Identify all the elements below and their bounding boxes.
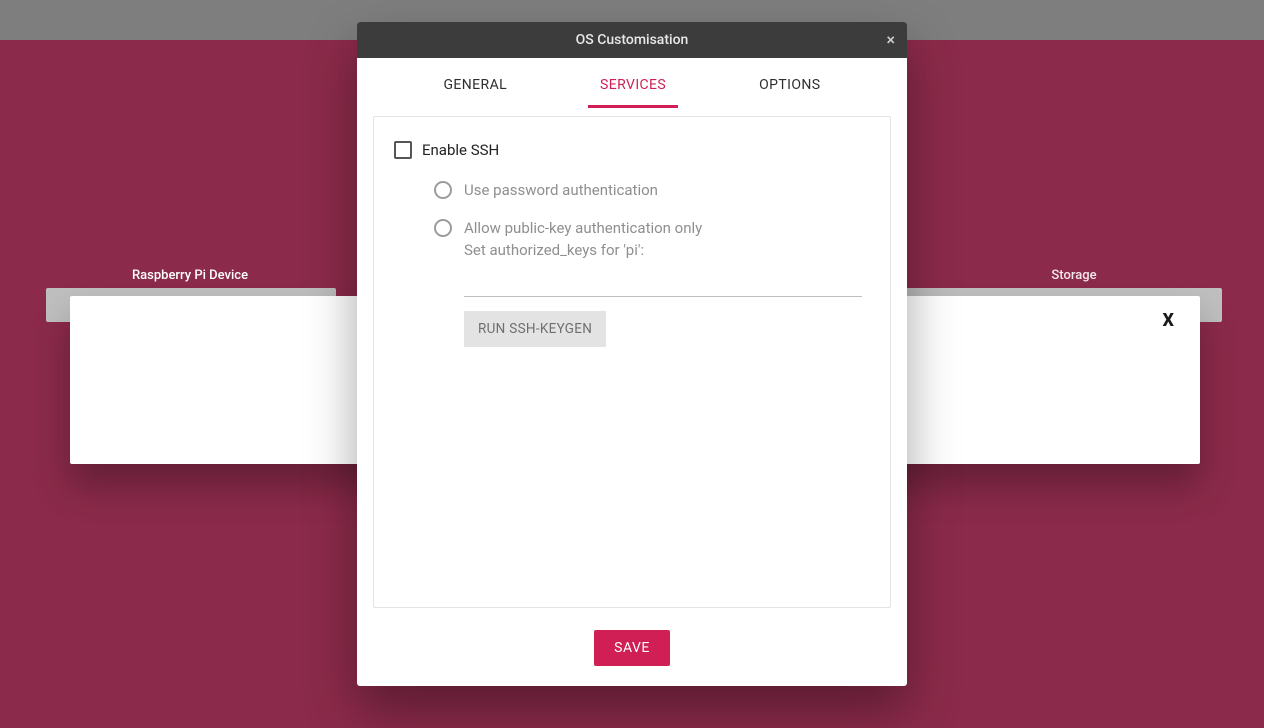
enable-ssh-row: Enable SSH	[394, 141, 870, 159]
tab-services[interactable]: SERVICES	[588, 63, 678, 108]
enable-ssh-label: Enable SSH	[422, 141, 499, 159]
ssh-auth-pubkey-label: Allow public-key authentication only	[464, 219, 702, 237]
ssh-auth-password-label: Use password authentication	[464, 181, 658, 199]
enable-ssh-checkbox[interactable]	[394, 141, 412, 159]
column-label-storage: Storage	[884, 268, 1264, 283]
run-ssh-keygen-button[interactable]: RUN SSH-KEYGEN	[464, 311, 606, 347]
dialog-title: OS Customisation	[576, 32, 689, 48]
dialog-titlebar: OS Customisation ×	[357, 22, 907, 58]
ssh-auth-password-row: Use password authentication	[434, 181, 870, 199]
clear-storage-button[interactable]: X	[1163, 310, 1174, 331]
ssh-options-group: Use password authentication Allow public…	[434, 181, 870, 347]
tab-options[interactable]: OPTIONS	[747, 63, 832, 108]
column-label-device: Raspberry Pi Device	[0, 268, 380, 283]
tab-content-wrap: Enable SSH Use password authentication A…	[357, 108, 907, 624]
ssh-auth-pubkey-row: Allow public-key authentication only	[434, 219, 870, 237]
save-button[interactable]: SAVE	[594, 630, 670, 666]
close-icon[interactable]: ×	[886, 32, 895, 48]
ssh-auth-pubkey-radio[interactable]	[434, 219, 452, 237]
tab-bar: GENERAL SERVICES OPTIONS	[357, 58, 907, 108]
services-panel: Enable SSH Use password authentication A…	[373, 116, 891, 608]
dialog-footer: SAVE	[357, 624, 907, 686]
authorized-keys-input[interactable]	[464, 273, 862, 297]
authorized-keys-label: Set authorized_keys for 'pi':	[464, 241, 870, 259]
ssh-auth-password-radio[interactable]	[434, 181, 452, 199]
tab-general[interactable]: GENERAL	[432, 63, 520, 108]
os-customisation-dialog: OS Customisation × GENERAL SERVICES OPTI…	[357, 22, 907, 686]
